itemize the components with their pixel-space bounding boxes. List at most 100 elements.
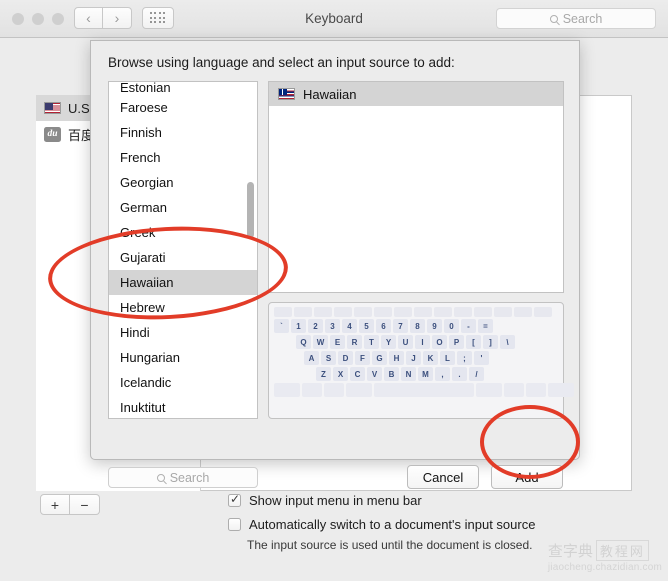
keyboard-key: V bbox=[367, 367, 382, 381]
keyboard-key: 3 bbox=[325, 319, 340, 333]
sheet-search-placeholder: Search bbox=[169, 470, 210, 485]
cancel-button[interactable]: Cancel bbox=[407, 465, 479, 489]
search-icon bbox=[549, 14, 558, 23]
watermark-url: jiaocheng.chazidian.com bbox=[547, 562, 662, 573]
keyboard-key-blank bbox=[534, 307, 552, 317]
language-list[interactable]: Estonian Faroese Finnish French Georgian Germ… bbox=[108, 81, 258, 419]
keyboard-key-blank bbox=[374, 307, 392, 317]
add-input-source-sheet: Browse using language and select an inpu… bbox=[90, 40, 580, 489]
keyboard-key-blank bbox=[324, 383, 344, 397]
keyboard-key: C bbox=[350, 367, 365, 381]
keyboard-key-blank bbox=[334, 307, 352, 317]
language-list-scrollbar[interactable] bbox=[247, 182, 254, 238]
keyboard-key: ; bbox=[457, 351, 472, 365]
keyboard-key-blank bbox=[526, 383, 546, 397]
add-button[interactable]: Add bbox=[491, 465, 563, 489]
keyboard-key: Y bbox=[381, 335, 396, 349]
language-list-item[interactable]: French bbox=[109, 145, 257, 170]
window-search-field[interactable]: Search bbox=[496, 8, 656, 29]
language-list-item[interactable]: Hungarian bbox=[109, 345, 257, 370]
keyboard-key: U bbox=[398, 335, 413, 349]
language-list-item[interactable]: Hebrew bbox=[109, 295, 257, 320]
keyboard-modifier-row bbox=[272, 383, 574, 397]
language-list-item[interactable]: Estonian bbox=[109, 82, 257, 95]
language-list-item[interactable]: Gujarati bbox=[109, 245, 257, 270]
keyboard-key: 0 bbox=[444, 319, 459, 333]
keyboard-key: Z bbox=[316, 367, 331, 381]
keyboard-key: 2 bbox=[308, 319, 323, 333]
keyboard-key: M bbox=[418, 367, 433, 381]
keyboard-key: H bbox=[389, 351, 404, 365]
watermark-suffix: 教程网 bbox=[595, 540, 649, 561]
auto-switch-option[interactable]: Automatically switch to a document's inp… bbox=[228, 517, 535, 532]
keyboard-key-blank bbox=[294, 307, 312, 317]
window-titlebar: ‹ › Keyboard Search bbox=[0, 0, 668, 38]
keyboard-key: 9 bbox=[427, 319, 442, 333]
search-icon bbox=[156, 473, 165, 482]
keyboard-key: . bbox=[452, 367, 467, 381]
keyboard-row: ` 1 2 3 4 5 6 7 8 9 0- = bbox=[272, 319, 560, 333]
list-item[interactable]: Hawaiian bbox=[269, 82, 563, 106]
keyboard-key: X bbox=[333, 367, 348, 381]
keyboard-key: ` bbox=[274, 319, 289, 333]
keyboard-key: 8 bbox=[410, 319, 425, 333]
keyboard-key: 7 bbox=[393, 319, 408, 333]
keyboard-key: T bbox=[364, 335, 379, 349]
keyboard-key: N bbox=[401, 367, 416, 381]
show-input-menu-label: Show input menu in menu bar bbox=[249, 493, 422, 508]
keyboard-key-blank bbox=[504, 383, 524, 397]
hawaii-flag-icon bbox=[278, 88, 295, 100]
language-list-item[interactable]: Georgian bbox=[109, 170, 257, 195]
du-badge-icon: du bbox=[44, 126, 61, 142]
keyboard-key-blank bbox=[474, 307, 492, 317]
keyboard-key: L bbox=[440, 351, 455, 365]
keyboard-key-blank bbox=[514, 307, 532, 317]
keyboard-key-blank bbox=[346, 383, 372, 397]
show-input-menu-checkbox[interactable] bbox=[228, 492, 241, 507]
language-list-item[interactable]: Hindi bbox=[109, 320, 257, 345]
keyboard-key: , bbox=[435, 367, 450, 381]
auto-switch-checkbox[interactable] bbox=[228, 518, 241, 531]
keyboard-key: ' bbox=[474, 351, 489, 365]
keyboard-key: R bbox=[347, 335, 362, 349]
keyboard-key-blank bbox=[374, 383, 474, 397]
keyboard-key: F bbox=[355, 351, 370, 365]
keyboard-key: - bbox=[461, 319, 476, 333]
window-search-placeholder: Search bbox=[562, 11, 603, 26]
keyboard-key-blank bbox=[274, 383, 300, 397]
language-list-item[interactable]: Greek bbox=[109, 220, 257, 245]
language-list-item[interactable]: Hawaiian bbox=[109, 270, 257, 295]
keyboard-key: E bbox=[330, 335, 345, 349]
sheet-action-buttons: Cancel Add bbox=[407, 465, 563, 489]
keyboard-key: 4 bbox=[342, 319, 357, 333]
sheet-search-field[interactable]: Search bbox=[108, 467, 258, 488]
keyboard-key-blank bbox=[494, 307, 512, 317]
add-input-source-button[interactable]: + bbox=[40, 494, 70, 515]
show-input-menu-option[interactable]: Show input menu in menu bar bbox=[228, 492, 422, 508]
watermark-brand: 查字典 bbox=[547, 542, 593, 560]
language-list-item[interactable]: Inuktitut bbox=[109, 395, 257, 418]
keyboard-key-blank bbox=[302, 383, 322, 397]
language-list-item[interactable]: Icelandic bbox=[109, 370, 257, 395]
keyboard-key: B bbox=[384, 367, 399, 381]
keyboard-key: \ bbox=[500, 335, 515, 349]
keyboard-row: A S D F G H J K L; ' bbox=[272, 351, 560, 365]
auto-switch-label: Automatically switch to a document's inp… bbox=[249, 517, 536, 532]
us-flag-icon bbox=[44, 102, 61, 114]
keyboard-key: / bbox=[469, 367, 484, 381]
language-list-item[interactable]: Faroese bbox=[109, 95, 257, 120]
remove-input-source-button[interactable]: − bbox=[70, 494, 100, 515]
keyboard-key: G bbox=[372, 351, 387, 365]
keyboard-key: A bbox=[304, 351, 319, 365]
keyboard-key-blank bbox=[454, 307, 472, 317]
keyboard-key: Q bbox=[296, 335, 311, 349]
input-source-results-list[interactable]: Hawaiian bbox=[268, 81, 564, 293]
list-add-remove-controls: + − bbox=[40, 494, 100, 515]
keyboard-key: J bbox=[406, 351, 421, 365]
keyboard-key: K bbox=[423, 351, 438, 365]
language-list-item[interactable]: Finnish bbox=[109, 120, 257, 145]
keyboard-preferences-window: ‹ › Keyboard Search U.S. du 百度 + − ✓ Sho… bbox=[0, 0, 668, 581]
keyboard-key-blank bbox=[434, 307, 452, 317]
language-list-item[interactable]: German bbox=[109, 195, 257, 220]
keyboard-key: ] bbox=[483, 335, 498, 349]
